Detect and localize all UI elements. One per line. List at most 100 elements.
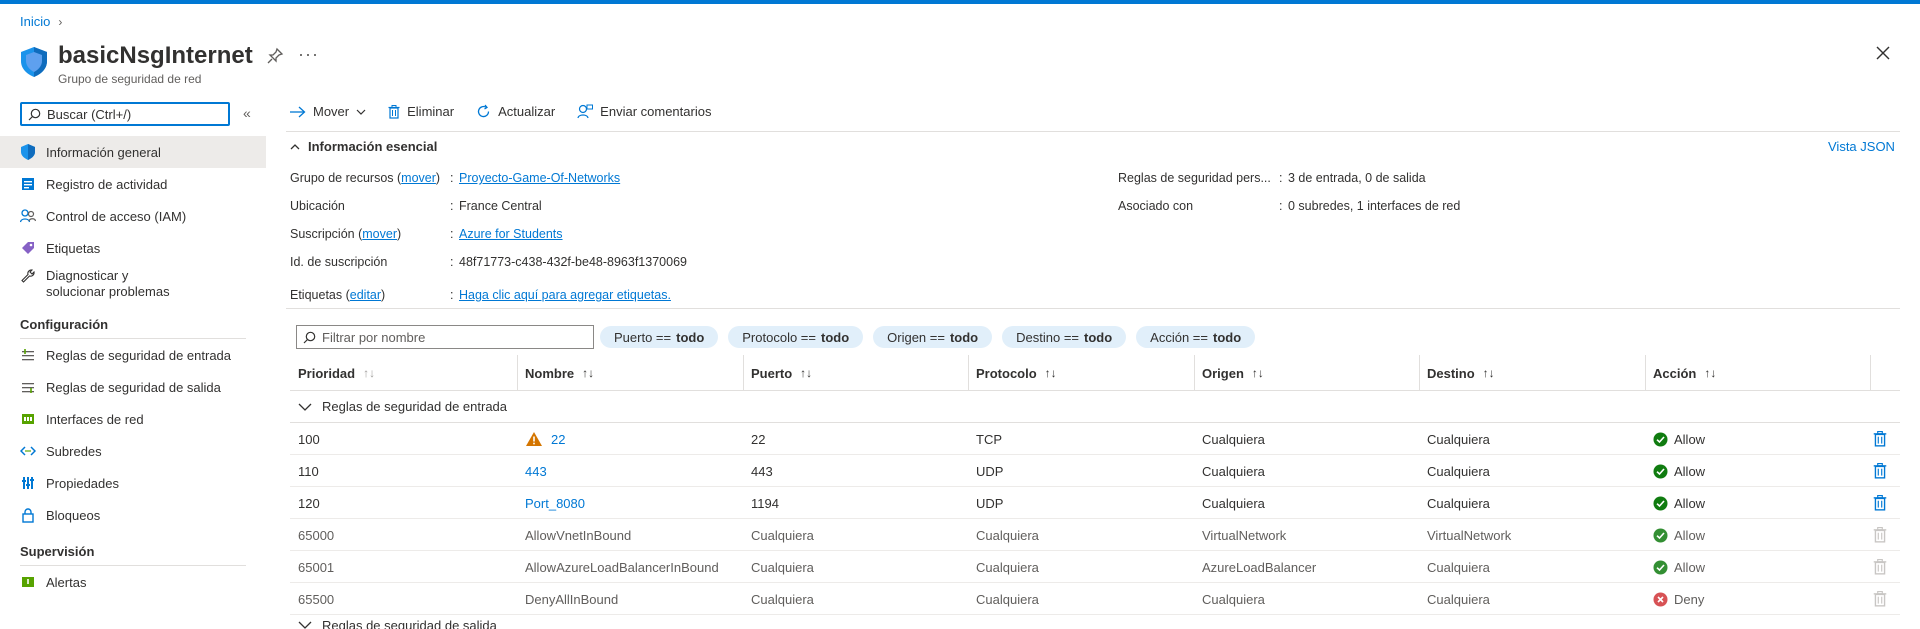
action-label: Allow xyxy=(1674,527,1706,543)
feedback-label: Enviar comentarios xyxy=(600,104,712,119)
move-button[interactable]: Mover xyxy=(290,104,366,119)
column-port[interactable]: Puerto ↑↓ xyxy=(743,355,812,391)
page-title: basicNsgInternet xyxy=(58,42,253,69)
column-destination[interactable]: Destino ↑↓ xyxy=(1419,355,1495,391)
essentials-toggle[interactable]: Información esencial xyxy=(290,139,437,154)
outbound-rules-icon xyxy=(20,379,36,395)
sidebar-item-tags[interactable]: Etiquetas xyxy=(0,232,266,264)
rule-name[interactable]: Port_8080 xyxy=(525,496,585,511)
sidebar-item-properties[interactable]: Propiedades xyxy=(0,467,266,499)
table-row[interactable]: 65500 DenyAllInBound Cualquiera Cualquiera C… xyxy=(290,583,1900,615)
sidebar-section-config: Configuración xyxy=(20,317,109,332)
sidebar-search-input[interactable] xyxy=(47,106,217,122)
cell-protocol: Cualquiera xyxy=(976,559,1039,575)
rule-name[interactable]: 443 xyxy=(525,464,547,479)
json-view-link[interactable]: Vista JSON xyxy=(1828,139,1895,154)
colon: : xyxy=(450,199,454,213)
sort-icon: ↑↓ xyxy=(582,366,595,380)
inbound-group-header[interactable]: Reglas de seguridad de entrada xyxy=(290,391,1900,423)
table-row[interactable]: 110 443 443 UDP Cualquiera Cualquiera Allow xyxy=(290,455,1900,487)
table-row[interactable]: 120 Port_8080 1194 UDP Cualquiera Cualquiera A… xyxy=(290,487,1900,519)
column-priority[interactable]: Prioridad ↑↓ xyxy=(290,355,375,391)
column-protocol[interactable]: Protocolo ↑↓ xyxy=(968,355,1057,391)
port-filter-pill[interactable]: Puerto == todo xyxy=(600,326,719,348)
rule-name: AllowAzureLoadBalancerInBound xyxy=(525,559,719,575)
cell-protocol: UDP xyxy=(976,463,1004,479)
feedback-button[interactable]: Enviar comentarios xyxy=(577,104,711,119)
name-filter-input[interactable] xyxy=(322,329,582,345)
sort-icon: ↑↓ xyxy=(1251,366,1264,380)
cell-action: Allow xyxy=(1645,519,1705,551)
search-icon xyxy=(28,108,41,120)
sort-icon: ↑↓ xyxy=(1044,366,1057,380)
tags-edit-link[interactable]: editar xyxy=(350,288,381,302)
table-row[interactable]: 65000 AllowVnetInBound Cualquiera Cualquier… xyxy=(290,519,1900,551)
outbound-group-header[interactable]: Reglas de seguridad de salida xyxy=(290,615,1900,629)
column-action[interactable]: Acción ↑↓ xyxy=(1645,355,1716,391)
breadcrumb-home[interactable]: Inicio xyxy=(20,14,50,29)
breadcrumb: Inicio › xyxy=(20,14,62,29)
resource-group-move-link[interactable]: mover xyxy=(401,171,436,185)
inbound-rules-icon xyxy=(20,347,36,363)
sidebar-item-diagnose[interactable]: Diagnosticar y solucionar problemas xyxy=(0,264,266,304)
delete-rule-icon xyxy=(1873,559,1887,575)
sidebar-item-iam[interactable]: Control de acceso (IAM) xyxy=(0,200,266,232)
rule-name[interactable]: 22 xyxy=(551,432,565,447)
subscription-value[interactable]: Azure for Students xyxy=(459,227,563,241)
chevron-up-icon xyxy=(290,143,300,149)
sidebar-item-label: Reglas de seguridad de entrada xyxy=(46,347,232,363)
sidebar-item-label: Etiquetas xyxy=(46,240,101,256)
close-icon[interactable] xyxy=(1875,45,1891,61)
sidebar-search[interactable] xyxy=(20,102,230,126)
cell-name: AllowAzureLoadBalancerInBound xyxy=(517,551,719,583)
arrow-right-icon xyxy=(290,106,306,117)
name-filter[interactable] xyxy=(296,325,594,349)
sidebar-item-network-interfaces[interactable]: Interfaces de red xyxy=(0,403,266,435)
source-filter-pill[interactable]: Origen == todo xyxy=(873,326,993,348)
action-filter-pill[interactable]: Acción == todo xyxy=(1136,326,1256,348)
subscription-label: Suscripción (mover) xyxy=(290,227,402,241)
search-icon xyxy=(303,331,316,343)
sidebar-item-subnets[interactable]: Subredes xyxy=(0,435,266,467)
cell-name[interactable]: 443 xyxy=(517,455,547,487)
shield-icon xyxy=(20,144,36,160)
move-label: Mover xyxy=(313,104,350,119)
pin-icon[interactable] xyxy=(266,47,284,65)
sidebar-item-outbound-rules[interactable]: Reglas de seguridad de salida xyxy=(0,371,266,403)
collapse-sidebar-icon[interactable]: « xyxy=(243,105,251,121)
sidebar-item-locks[interactable]: Bloqueos xyxy=(0,499,266,531)
delete-rule-icon[interactable] xyxy=(1872,431,1888,447)
more-options-icon[interactable]: ··· xyxy=(298,44,319,65)
subscription-move-link[interactable]: mover xyxy=(362,227,397,241)
delete-rule-icon[interactable] xyxy=(1872,495,1888,511)
column-name[interactable]: Nombre ↑↓ xyxy=(517,355,594,391)
destination-filter-pill[interactable]: Destino == todo xyxy=(1002,326,1127,348)
sidebar-item-overview[interactable]: Información general xyxy=(0,136,266,168)
protocol-filter-pill[interactable]: Protocolo == todo xyxy=(728,326,864,348)
security-rules-value: 3 de entrada, 0 de salida xyxy=(1288,171,1426,185)
table-row[interactable]: 100 22 22 TCP Cualquiera Cualquiera Allow xyxy=(290,423,1900,455)
cell-priority: 100 xyxy=(298,431,320,447)
table-row[interactable]: 65001 AllowAzureLoadBalancerInBound Cualqu… xyxy=(290,551,1900,583)
delete-rule-icon xyxy=(1873,527,1887,543)
add-tags-link[interactable]: Haga clic aquí para agregar etiquetas. xyxy=(459,288,671,302)
colon: : xyxy=(1279,171,1283,185)
cell-name[interactable]: 22 xyxy=(517,423,565,455)
refresh-button[interactable]: Actualizar xyxy=(476,104,555,119)
sort-icon: ↑↓ xyxy=(800,366,813,380)
divider xyxy=(286,131,1900,132)
cell-dest: Cualquiera xyxy=(1427,431,1490,447)
delete-button[interactable]: Eliminar xyxy=(388,104,454,119)
check-circle-icon xyxy=(1653,496,1668,510)
sidebar-item-alerts[interactable]: Alertas xyxy=(0,566,266,598)
sidebar-item-inbound-rules[interactable]: Reglas de seguridad de entrada xyxy=(0,339,266,371)
cell-name[interactable]: Port_8080 xyxy=(517,487,585,519)
column-source[interactable]: Origen ↑↓ xyxy=(1194,355,1264,391)
check-circle-icon xyxy=(1653,528,1668,542)
sidebar-item-activity-log[interactable]: Registro de actividad xyxy=(0,168,266,200)
chevron-right-icon: › xyxy=(58,14,63,29)
cell-source: Cualquiera xyxy=(1202,591,1265,607)
resource-group-value[interactable]: Proyecto-Game-Of-Networks xyxy=(459,171,620,185)
column-divider[interactable] xyxy=(1870,355,1871,391)
delete-rule-icon[interactable] xyxy=(1872,463,1888,479)
